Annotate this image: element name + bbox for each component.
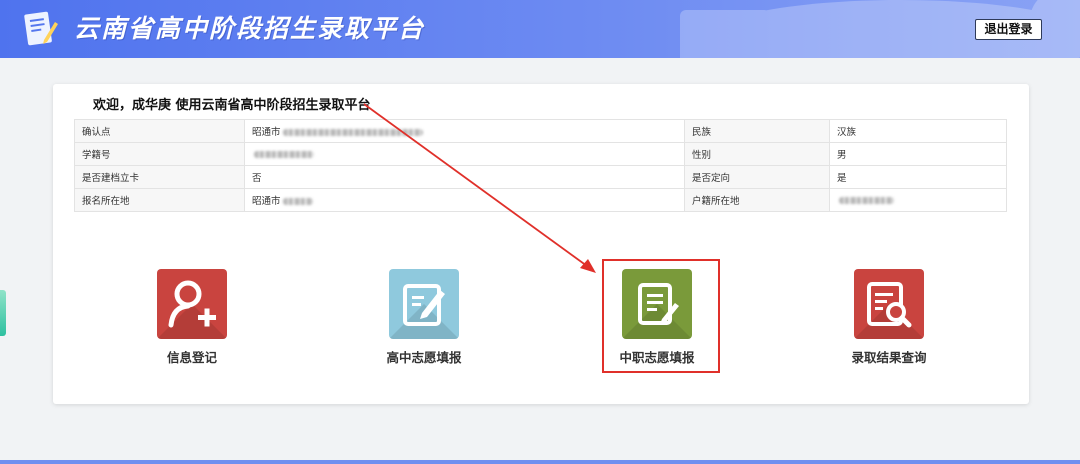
label-confirm-point: 确认点 bbox=[74, 119, 245, 143]
tile-label: 信息登记 bbox=[166, 350, 217, 365]
value-directed: 是 bbox=[829, 165, 1007, 189]
table-row: 学籍号 性别 男 bbox=[74, 142, 1007, 166]
label-household-place: 户籍所在地 bbox=[684, 188, 830, 212]
document-edit-icon bbox=[622, 269, 692, 339]
label-gender: 性别 bbox=[684, 142, 830, 166]
value-poverty-card: 否 bbox=[244, 165, 685, 189]
label-ethnicity: 民族 bbox=[684, 119, 830, 143]
tile-vocational-application[interactable]: 中职志愿填报 bbox=[582, 269, 732, 366]
tile-label: 中职志愿填报 bbox=[619, 350, 695, 365]
platform-title: 云南省高中阶段招生录取平台 bbox=[74, 14, 426, 43]
bottom-border bbox=[0, 460, 1080, 464]
value-confirm-point: 昭通市 bbox=[244, 119, 685, 143]
value-student-id bbox=[244, 142, 685, 166]
user-add-icon bbox=[157, 269, 227, 339]
search-document-icon bbox=[854, 269, 924, 339]
value-household-place bbox=[829, 188, 1007, 212]
value-registration-place: 昭通市 bbox=[244, 188, 685, 212]
side-scroll-indicator[interactable] bbox=[0, 290, 6, 336]
student-info-table: 确认点 昭通市 民族 汉族 学籍号 性别 男 是否建档立卡 否 是否定向 是 报… bbox=[74, 119, 1007, 212]
logout-button[interactable]: 退出登录 bbox=[975, 19, 1042, 40]
welcome-text: 欢迎，成华庚 使用云南省高中阶段招生录取平台 bbox=[93, 98, 371, 113]
label-poverty-card: 是否建档立卡 bbox=[74, 165, 245, 189]
value-ethnicity: 汉族 bbox=[829, 119, 1007, 143]
label-registration-place: 报名所在地 bbox=[74, 188, 245, 212]
value-gender: 男 bbox=[829, 142, 1007, 166]
tile-admission-result-query[interactable]: 录取结果查询 bbox=[814, 269, 964, 366]
label-directed: 是否定向 bbox=[684, 165, 830, 189]
table-row: 确认点 昭通市 民族 汉族 bbox=[74, 119, 1007, 143]
label-student-id: 学籍号 bbox=[74, 142, 245, 166]
table-row: 报名所在地 昭通市 户籍所在地 bbox=[74, 188, 1007, 212]
edit-form-icon bbox=[389, 269, 459, 339]
platform-logo-icon bbox=[22, 10, 60, 48]
table-row: 是否建档立卡 否 是否定向 是 bbox=[74, 165, 1007, 189]
tile-label: 高中志愿填报 bbox=[386, 350, 462, 365]
tile-info-registration[interactable]: 信息登记 bbox=[117, 269, 267, 366]
tile-highschool-application[interactable]: 高中志愿填报 bbox=[349, 269, 499, 366]
top-header: 云南省高中阶段招生录取平台 退出登录 bbox=[0, 0, 1080, 58]
tile-label: 录取结果查询 bbox=[851, 350, 927, 365]
